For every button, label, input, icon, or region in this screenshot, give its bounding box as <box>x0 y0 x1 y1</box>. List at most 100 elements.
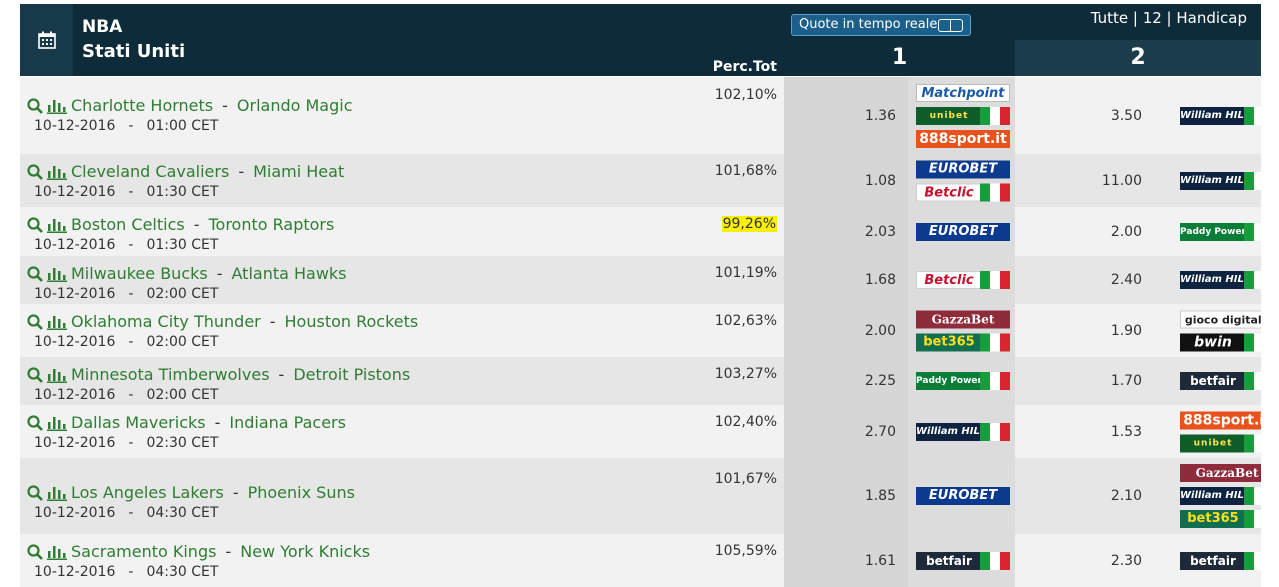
odd-away[interactable]: 1.90 <box>1015 323 1152 339</box>
bookmaker-logo[interactable]: GazzaBet <box>1180 464 1261 482</box>
bookmaker[interactable]: betfair <box>1180 371 1261 391</box>
bookmaker[interactable]: bwin <box>1180 332 1261 352</box>
home-team-link[interactable]: Dallas Mavericks <box>71 413 206 432</box>
odd-away[interactable]: 2.10 <box>1015 488 1152 504</box>
away-team-link[interactable]: Miami Heat <box>253 162 344 181</box>
bookmaker-logo[interactable]: William HILL <box>1180 271 1246 289</box>
bookmaker-logo[interactable]: Betclic <box>916 183 982 201</box>
odd-away[interactable]: 2.30 <box>1015 553 1152 569</box>
bookmaker-logo[interactable]: betfair <box>1180 551 1246 570</box>
bookmaker[interactable]: betfair <box>916 551 1010 571</box>
bookmaker[interactable]: Paddy Power <box>1180 222 1261 242</box>
bookmaker-logo[interactable]: William HILL <box>1180 106 1246 125</box>
home-team-link[interactable]: Boston Celtics <box>71 215 185 234</box>
odd-home[interactable]: 1.61 <box>784 553 908 569</box>
away-team-link[interactable]: Atlanta Hawks <box>232 264 347 283</box>
bookmaker-logo[interactable]: bet365 <box>1180 510 1246 528</box>
home-team-link[interactable]: Charlotte Hornets <box>71 96 213 115</box>
odd-home[interactable]: 2.25 <box>784 373 908 389</box>
search-icon[interactable] <box>27 217 43 237</box>
bookmaker[interactable]: Matchpoint <box>916 83 1010 103</box>
odd-home[interactable]: 2.00 <box>784 323 908 339</box>
stats-icon[interactable] <box>47 544 67 564</box>
bookmaker-logo[interactable]: bwin <box>1180 333 1246 351</box>
bookmaker[interactable]: William HILL <box>1180 486 1261 506</box>
odd-home[interactable]: 1.08 <box>784 173 908 189</box>
bookmaker-logo[interactable]: GazzaBet <box>916 310 1010 328</box>
bookmaker[interactable]: bet365 <box>916 332 1010 352</box>
search-icon[interactable] <box>27 367 43 387</box>
odd-away[interactable]: 3.50 <box>1015 108 1152 124</box>
bookmaker-logo[interactable]: bet365 <box>916 333 982 351</box>
stats-icon[interactable] <box>47 217 67 237</box>
bookmaker[interactable]: William HILL <box>916 422 1010 442</box>
bookmaker-logo[interactable]: Paddy Power <box>1180 222 1246 241</box>
stats-icon[interactable] <box>47 314 67 334</box>
bookmaker-logo[interactable]: William HILL <box>1180 487 1246 505</box>
odd-home[interactable]: 1.68 <box>784 272 908 288</box>
toggle-switch-icon[interactable] <box>938 19 963 32</box>
search-icon[interactable] <box>27 314 43 334</box>
home-team-link[interactable]: Oklahoma City Thunder <box>71 312 261 331</box>
bookmaker-logo[interactable]: unibet <box>1180 434 1246 452</box>
bookmaker-logo[interactable]: William HILL <box>916 422 982 441</box>
home-team-link[interactable]: Cleveland Cavaliers <box>71 162 229 181</box>
bookmaker[interactable]: Betclic <box>916 182 1010 202</box>
odd-home[interactable]: 2.03 <box>784 224 908 240</box>
bookmaker[interactable]: EUROBET <box>916 486 1010 506</box>
odd-home[interactable]: 1.36 <box>784 108 908 124</box>
bookmaker[interactable]: William HILL <box>1180 106 1261 126</box>
stats-icon[interactable] <box>47 266 67 286</box>
away-team-link[interactable]: Indiana Pacers <box>229 413 346 432</box>
stats-icon[interactable] <box>47 164 67 184</box>
stats-icon[interactable] <box>47 485 67 505</box>
bookmaker-logo[interactable]: Betclic <box>916 271 982 289</box>
stats-icon[interactable] <box>47 98 67 118</box>
bookmaker-logo[interactable]: EUROBET <box>916 160 1010 178</box>
home-team-link[interactable]: Sacramento Kings <box>71 542 216 561</box>
bookmaker-logo[interactable]: EUROBET <box>916 222 1010 241</box>
odd-away[interactable]: 11.00 <box>1015 173 1152 189</box>
bookmaker[interactable]: Betclic <box>916 270 1010 290</box>
view-selector[interactable]: Tutte | 12 | Handicap <box>1091 9 1247 27</box>
bookmaker[interactable]: unibet <box>916 106 1010 126</box>
calendar-icon[interactable] <box>20 4 73 76</box>
bookmaker[interactable]: bet365 <box>1180 509 1261 529</box>
home-team-link[interactable]: Milwaukee Bucks <box>71 264 208 283</box>
odd-home[interactable]: 1.85 <box>784 488 908 504</box>
bookmaker[interactable]: GazzaBet <box>1180 463 1261 483</box>
away-team-link[interactable]: Orlando Magic <box>237 96 353 115</box>
search-icon[interactable] <box>27 485 43 505</box>
bookmaker[interactable]: EUROBET <box>916 222 1010 242</box>
bookmaker[interactable]: EUROBET <box>916 159 1010 179</box>
search-icon[interactable] <box>27 98 43 118</box>
bookmaker[interactable]: betfair <box>1180 551 1261 571</box>
stats-icon[interactable] <box>47 367 67 387</box>
home-team-link[interactable]: Los Angeles Lakers <box>71 483 224 502</box>
odd-home[interactable]: 2.70 <box>784 424 908 440</box>
live-odds-toggle[interactable]: Quote in tempo reale <box>791 14 971 36</box>
search-icon[interactable] <box>27 415 43 435</box>
search-icon[interactable] <box>27 266 43 286</box>
away-team-link[interactable]: Phoenix Suns <box>248 483 355 502</box>
bookmaker-logo[interactable]: EUROBET <box>916 487 1010 505</box>
bookmaker-logo[interactable]: William HILL <box>1180 171 1246 190</box>
away-team-link[interactable]: Houston Rockets <box>285 312 419 331</box>
bookmaker-logo[interactable]: Paddy Power <box>916 372 982 390</box>
bookmaker[interactable]: 888sport.it <box>1180 410 1261 430</box>
stats-icon[interactable] <box>47 415 67 435</box>
odd-away[interactable]: 2.00 <box>1015 224 1152 240</box>
search-icon[interactable] <box>27 164 43 184</box>
bookmaker-logo[interactable]: 888sport.it <box>916 129 1010 148</box>
away-team-link[interactable]: New York Knicks <box>240 542 370 561</box>
bookmaker[interactable]: William HILL <box>1180 270 1261 290</box>
home-team-link[interactable]: Minnesota Timberwolves <box>71 365 270 384</box>
bookmaker-logo[interactable]: Matchpoint <box>916 83 1010 102</box>
bookmaker[interactable]: 888sport.it <box>916 129 1010 149</box>
bookmaker[interactable]: Paddy Power <box>916 371 1010 391</box>
bookmaker[interactable]: William HILL <box>1180 171 1261 191</box>
odd-away[interactable]: 2.40 <box>1015 272 1152 288</box>
bookmaker-logo[interactable]: betfair <box>1180 372 1246 390</box>
bookmaker[interactable]: gioco digitale <box>1180 309 1261 329</box>
bookmaker[interactable]: GazzaBet <box>916 309 1010 329</box>
